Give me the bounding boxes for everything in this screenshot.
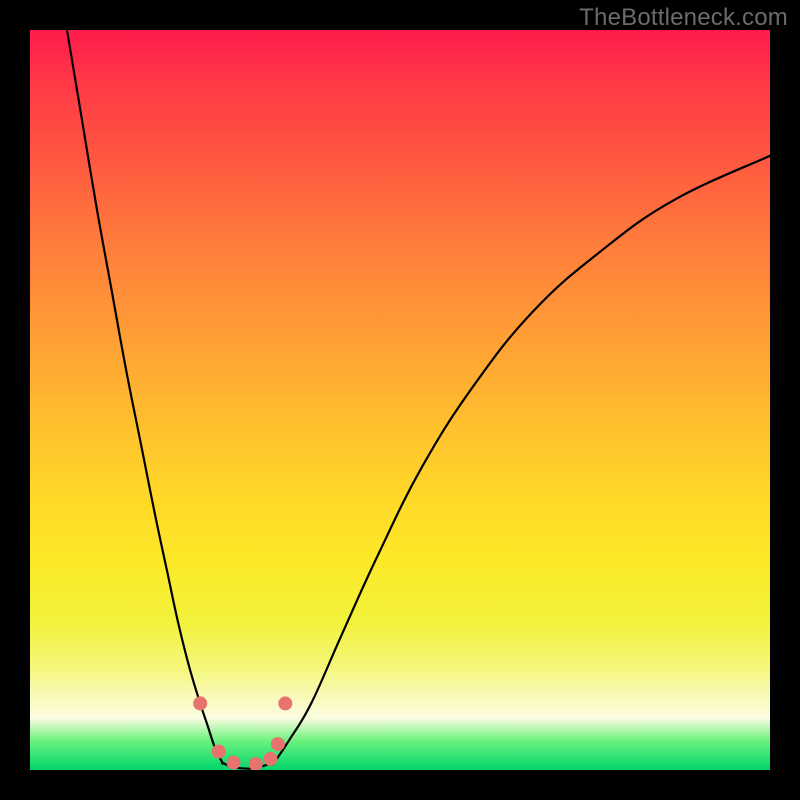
data-marker — [271, 737, 285, 751]
watermark-text: TheBottleneck.com — [579, 4, 788, 32]
chart-frame: TheBottleneck.com — [0, 0, 800, 800]
data-marker — [227, 756, 241, 770]
data-marker — [212, 745, 226, 759]
data-marker — [249, 757, 263, 770]
curve-group — [67, 30, 770, 769]
bottleneck-curve — [67, 30, 770, 769]
chart-svg — [30, 30, 770, 770]
plot-area — [30, 30, 770, 770]
markers-group — [193, 696, 292, 770]
data-marker — [264, 752, 278, 766]
data-marker — [193, 696, 207, 710]
data-marker — [278, 696, 292, 710]
